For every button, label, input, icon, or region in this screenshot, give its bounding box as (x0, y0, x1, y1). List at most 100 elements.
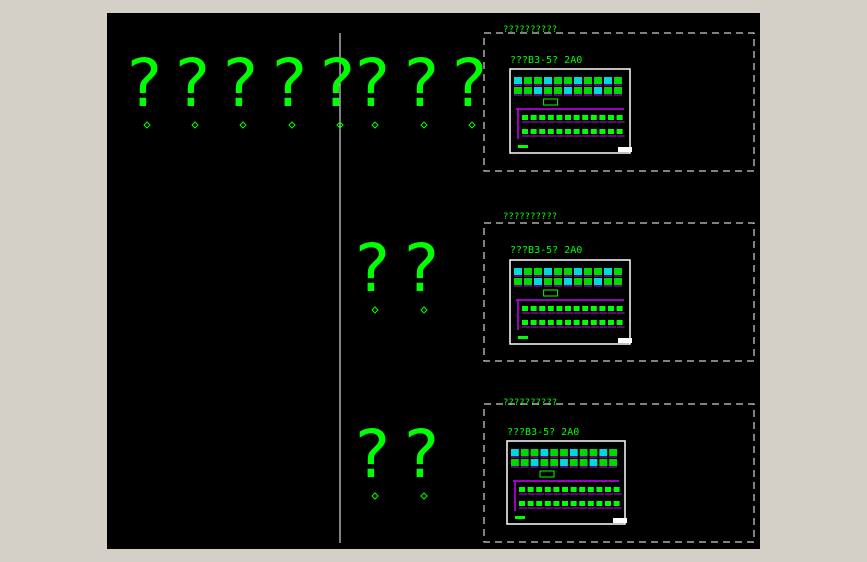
schematic-component (565, 320, 571, 325)
schematic-component (613, 501, 620, 506)
schematic-thumbnail (509, 259, 632, 345)
schematic-component (579, 487, 586, 492)
schematic-panel (589, 449, 598, 456)
title-block-mark (613, 518, 627, 523)
schematic-component (544, 487, 551, 492)
schematic-panel (544, 77, 552, 84)
schematic-panel (554, 278, 562, 285)
schematic-component (539, 115, 546, 120)
schematic-component (565, 129, 571, 134)
schematic-component (570, 487, 577, 492)
schematic-panel (614, 87, 622, 94)
schematic-component (547, 306, 554, 311)
schematic-panel (574, 278, 582, 285)
schematic-component (608, 129, 614, 134)
schematic-component (522, 320, 528, 325)
schematic-component (582, 115, 589, 120)
schematic-component (539, 306, 546, 311)
schematic-component (570, 501, 577, 506)
schematic-component (556, 129, 563, 134)
question-glyph: ? (127, 45, 162, 122)
sheet-title-label: ???B3-5? 2A0 (510, 55, 582, 66)
schematic-panel (584, 278, 592, 285)
schematic-component (608, 306, 614, 311)
schematic-component (608, 115, 614, 120)
schematic-component (587, 501, 594, 506)
schematic-component (547, 320, 554, 325)
schematic-component (573, 115, 580, 120)
schematic-panel (544, 278, 552, 285)
schematic-panel (594, 87, 602, 94)
question-glyph: ? (175, 45, 210, 122)
schematic-panel (550, 449, 559, 456)
schematic-component (590, 129, 597, 134)
schematic-component (539, 129, 546, 134)
schematic-thumbnail (506, 440, 627, 525)
schematic-component (522, 306, 528, 311)
schematic-panel (594, 278, 602, 285)
question-glyph: ? (320, 45, 355, 122)
schematic-panel (609, 459, 617, 466)
insertion-point-marker (420, 306, 428, 314)
question-glyph: ? (355, 230, 390, 307)
schematic-component (599, 306, 606, 311)
schematic-component (556, 115, 563, 120)
schematic-panel (594, 268, 602, 275)
schematic-component (590, 115, 597, 120)
schematic-panel (569, 459, 578, 466)
question-glyph: ? (272, 45, 307, 122)
schematic-component (579, 501, 586, 506)
insertion-point-marker (420, 492, 428, 500)
schematic-panel (524, 87, 532, 94)
cad-model-viewport[interactable]: ?????????????????????? ???B3-5? 2A0??????… (107, 13, 760, 549)
insertion-point-marker (288, 121, 296, 129)
schematic-panel (514, 87, 522, 94)
question-glyph: ? (404, 230, 439, 307)
sheet-header-label: ?????????? (503, 25, 557, 35)
schematic-component (616, 129, 623, 134)
title-block-mark (618, 147, 632, 152)
schematic-component (599, 320, 606, 325)
sheet-header-label: ?????????? (503, 398, 557, 408)
schematic-component (527, 487, 534, 492)
schematic-component (608, 320, 614, 325)
schematic-panel (564, 268, 572, 275)
schematic-component (539, 320, 546, 325)
schematic-component (565, 306, 571, 311)
schematic-component (536, 487, 543, 492)
schematic-panel (579, 449, 588, 456)
schematic-panel (560, 459, 568, 466)
insertion-point-marker (371, 121, 379, 129)
insertion-point-marker (420, 121, 428, 129)
insertion-point-marker (191, 121, 199, 129)
question-glyph: ? (404, 416, 439, 493)
schematic-legend-mark (515, 516, 525, 519)
schematic-panel (534, 268, 542, 275)
schematic-panel (534, 278, 542, 285)
schematic-panel (564, 278, 572, 285)
schematic-panel (584, 77, 592, 84)
schematic-panel (520, 449, 529, 456)
schematic-component (522, 129, 528, 134)
schematic-component (596, 487, 603, 492)
schematic-panel (574, 268, 582, 275)
schematic-component (536, 501, 543, 506)
schematic-panel (524, 278, 532, 285)
schematic-panel (609, 449, 617, 456)
schematic-panel (584, 87, 592, 94)
schematic-panel (534, 87, 542, 94)
schematic-component (547, 129, 554, 134)
schematic-component (556, 306, 563, 311)
schematic-component (590, 306, 597, 311)
schematic-component (527, 501, 534, 506)
schematic-component (562, 501, 568, 506)
schematic-panel (511, 449, 519, 456)
cad-drawing-canvas[interactable]: ??????????? ??????????? ???B3-5? 2A0??????… (107, 13, 760, 549)
schematic-panel (574, 87, 582, 94)
schematic-component (553, 487, 560, 492)
insertion-point-marker (239, 121, 247, 129)
schematic-panel (574, 77, 582, 84)
schematic-panel (544, 268, 552, 275)
schematic-component (616, 115, 623, 120)
schematic-panel (589, 459, 598, 466)
